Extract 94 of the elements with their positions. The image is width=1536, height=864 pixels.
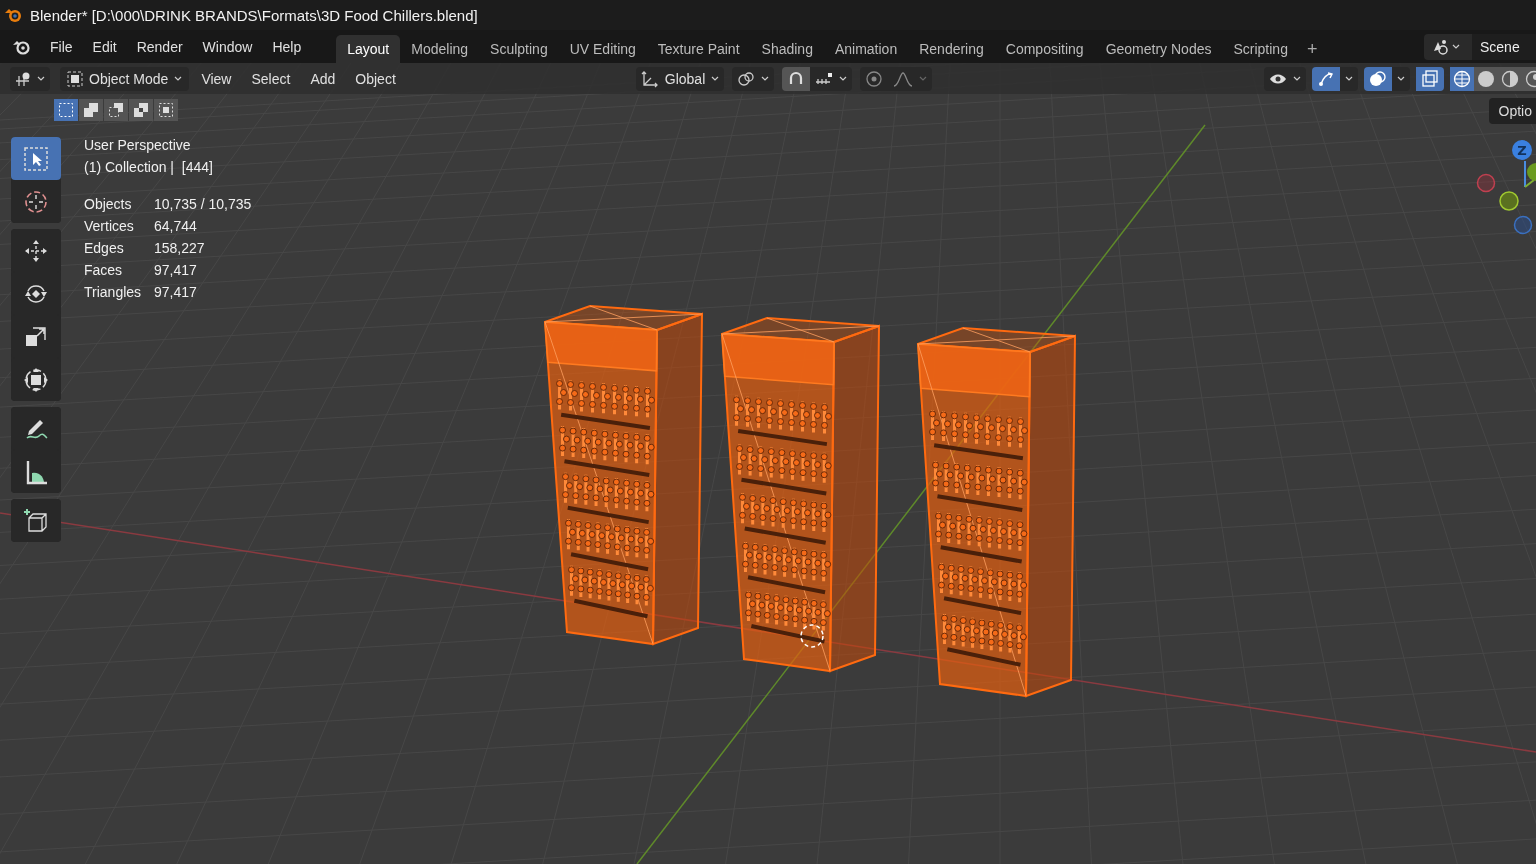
editor-type-icon — [15, 70, 31, 87]
add-cube-icon — [23, 507, 49, 534]
union-squares-icon — [83, 102, 99, 118]
workspace-tab[interactable]: Modeling — [400, 35, 480, 63]
menu-item[interactable]: Object — [347, 70, 404, 87]
proportional-editing-toggle[interactable] — [860, 66, 889, 91]
select-box-icon — [23, 145, 49, 172]
workspace-tab[interactable]: Animation — [823, 35, 909, 63]
orientation-dropdown[interactable]: Global — [635, 66, 725, 91]
workspace-tab[interactable]: Texture Paint — [646, 35, 751, 63]
gizmo-arrow-icon — [1317, 69, 1335, 88]
blender-logo-icon[interactable] — [12, 38, 32, 55]
falloff-dropdown[interactable] — [888, 66, 933, 91]
dashed-square-icon — [58, 102, 74, 118]
difference-squares-icon — [133, 102, 149, 118]
menu-item[interactable]: Add — [302, 70, 344, 87]
chevron-down-icon — [711, 76, 720, 81]
viewport[interactable]: Object Mode View Select Add Object Global User Perspective (1) Collection | [444] Objects 10,735 / 10,735 Vertices 64,744 Edges 158,227 Faces 97,417 Triangles 97,417 Optio Z — [0, 63, 1536, 864]
workspace-tab[interactable]: Sculpting — [479, 35, 559, 63]
stat-value: 97,417 — [154, 261, 198, 279]
pivot-icon — [737, 70, 756, 87]
menu-item[interactable]: File — [40, 32, 83, 61]
chevron-down-icon — [1452, 44, 1460, 49]
workspace-tab[interactable]: Scripting — [1222, 35, 1299, 63]
scene-selector[interactable]: Scene — [1424, 33, 1536, 60]
transform-icon — [23, 366, 49, 393]
intersect-selection-mode-button[interactable] — [154, 99, 178, 121]
workspace-tab[interactable]: Shading — [750, 35, 824, 63]
subtract-squares-icon — [108, 102, 124, 118]
menu-item[interactable]: Help — [262, 32, 312, 61]
solid-sphere-icon — [1477, 69, 1495, 88]
snap-toggle[interactable] — [782, 66, 811, 91]
crosshair-icon — [23, 188, 49, 215]
stat-value: 64,744 — [154, 217, 198, 235]
workspace-tab[interactable]: Compositing — [994, 35, 1095, 63]
chevron-down-icon — [174, 76, 183, 81]
subtract-selection-mode-button[interactable] — [104, 99, 128, 121]
chevron-down-icon — [919, 76, 928, 81]
axes-icon — [640, 69, 659, 88]
menu-item[interactable]: Select — [243, 70, 299, 87]
chevron-down-icon — [1397, 76, 1405, 81]
stat-label: Triangles — [84, 283, 143, 301]
proportional-icon — [865, 69, 884, 88]
menu-item[interactable]: Edit — [82, 32, 127, 61]
extend-selection-mode-button[interactable] — [79, 99, 103, 121]
add-cube-tool-button[interactable] — [11, 499, 61, 542]
stat-label: Objects — [84, 195, 133, 213]
stat-label: Vertices — [84, 217, 135, 235]
xray-toggle[interactable] — [1416, 66, 1444, 91]
editor-type-button[interactable] — [10, 66, 50, 91]
overlay-toggle[interactable] — [1364, 66, 1392, 91]
scene-icon — [1432, 38, 1448, 55]
wireframe-shading-button[interactable] — [1450, 66, 1474, 91]
workspace-tab[interactable]: Rendering — [908, 35, 995, 63]
stat-label: Edges — [84, 239, 125, 257]
solid-shading-button[interactable] — [1474, 66, 1498, 91]
blender-logo-icon — [4, 7, 24, 23]
view-name: User Perspective — [84, 137, 192, 155]
stat-value: 97,417 — [154, 283, 198, 301]
difference-selection-mode-button[interactable] — [129, 99, 153, 121]
menu-item[interactable]: Window — [192, 32, 263, 61]
chevron-down-icon — [1293, 76, 1301, 81]
stat-value: 10,735 / 10,735 — [154, 195, 252, 213]
xray-squares-icon — [1421, 69, 1439, 88]
overlay-circles-icon — [1369, 69, 1387, 88]
gizmo-toggle[interactable] — [1312, 66, 1340, 91]
add-workspace-button[interactable]: + — [1298, 35, 1326, 63]
workspace-tab[interactable]: Layout — [336, 35, 401, 63]
stat-value: 158,227 — [154, 239, 206, 257]
workspace-tab[interactable]: Geometry Nodes — [1094, 35, 1223, 63]
snap-target-dropdown[interactable] — [810, 66, 853, 91]
wire-sphere-icon — [1453, 69, 1471, 88]
half-sphere-icon — [1501, 69, 1519, 88]
select-box-tool-button[interactable] — [11, 137, 61, 180]
visibility-dropdown[interactable] — [1264, 66, 1306, 91]
falloff-curve-icon — [893, 70, 914, 87]
chevron-down-icon — [839, 76, 848, 81]
workspace-tab[interactable]: UV Editing — [558, 35, 647, 63]
intersect-squares-icon — [158, 102, 174, 118]
object-mode-icon — [67, 70, 83, 87]
mode-dropdown[interactable]: Object Mode — [60, 66, 190, 91]
increment-icon — [815, 70, 834, 87]
chevron-down-icon — [761, 76, 770, 81]
options-button[interactable]: Optio — [1488, 98, 1536, 124]
window-title: Blender* [D:\000\DRINK BRANDS\Formats\3D Food Chillers.blend] — [30, 6, 478, 24]
3d-cursor-icon — [800, 624, 824, 648]
menu-item[interactable]: View — [193, 70, 240, 87]
stat-label: Faces — [84, 261, 124, 279]
pivot-dropdown[interactable] — [732, 66, 775, 91]
collection-info: (1) Collection | [444] — [84, 159, 214, 177]
chevron-down-icon — [1345, 76, 1353, 81]
chevron-down-icon — [37, 76, 45, 81]
set-selection-mode-button[interactable] — [54, 99, 78, 121]
menu-item[interactable]: Render — [126, 32, 193, 61]
